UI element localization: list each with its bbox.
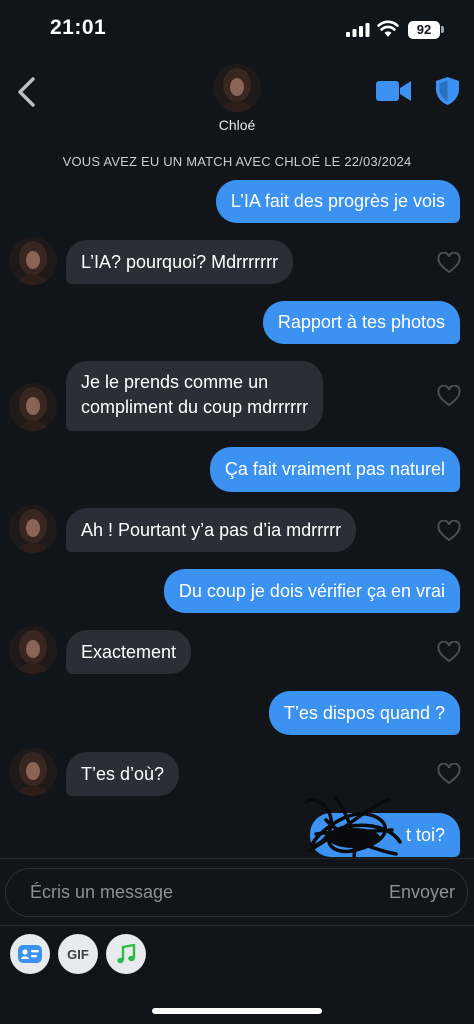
gif-label: GIF [67, 946, 89, 962]
wifi-icon [377, 20, 399, 37]
heart-icon[interactable] [437, 520, 461, 542]
message-sent[interactable]: L’IA fait des progrès je vois [215, 180, 460, 223]
message-received[interactable]: Je le prends comme un compliment du coup… [66, 361, 324, 431]
battery-level: 92 [408, 21, 440, 39]
message-avatar[interactable] [9, 237, 57, 285]
id-card-button[interactable] [10, 934, 50, 974]
message-avatar[interactable] [9, 505, 57, 553]
contact-name[interactable]: Chloé [0, 117, 474, 133]
contact-avatar[interactable] [213, 64, 261, 112]
message-avatar[interactable] [9, 626, 57, 674]
avatar-photo [213, 64, 261, 112]
id-card-icon [18, 945, 42, 963]
heart-icon[interactable] [437, 252, 461, 274]
video-camera-icon[interactable] [376, 78, 412, 104]
shield-icon[interactable] [435, 76, 460, 106]
message-avatar[interactable] [9, 748, 57, 796]
avatar-photo [9, 237, 57, 285]
toolbar-divider [0, 925, 474, 926]
match-banner: VOUS AVEZ EU UN MATCH AVEC CHLOÉ LE 22/0… [62, 154, 412, 169]
message-line: Je le prends comme un [81, 372, 269, 392]
avatar-photo [9, 383, 57, 431]
send-button[interactable]: Envoyer [389, 882, 455, 903]
composer-divider [0, 858, 474, 859]
message-input[interactable]: Écris un message [30, 882, 173, 903]
message-sent[interactable]: Ça fait vraiment pas naturel [209, 447, 460, 492]
message-line: compliment du coup mdrrrrrr [81, 397, 309, 417]
heart-icon[interactable] [437, 763, 461, 785]
status-bar: 21:01 92 [0, 0, 474, 60]
back-chevron-icon[interactable] [14, 75, 40, 109]
status-time: 21:01 [50, 16, 107, 39]
signal-icon [346, 23, 370, 37]
chat-screen: 21:01 92 Chloé VOUS AVEZ EU UN MATCH AVE… [0, 0, 474, 1024]
message-received[interactable]: T’es d’où? [66, 752, 180, 796]
message-sent[interactable]: Du coup je dois vérifier ça en vrai [163, 569, 460, 613]
avatar-photo [9, 626, 57, 674]
message-avatar[interactable] [9, 383, 57, 431]
home-indicator [152, 1008, 322, 1014]
music-button[interactable] [106, 934, 146, 974]
avatar-photo [9, 748, 57, 796]
message-composer[interactable]: Écris un message Envoyer [5, 868, 468, 917]
redaction-scribble [304, 796, 402, 860]
battery-icon [441, 26, 444, 33]
heart-icon[interactable] [437, 385, 461, 407]
message-received[interactable]: Exactement [66, 630, 192, 674]
avatar-photo [9, 505, 57, 553]
music-note-icon [117, 943, 136, 964]
gif-button[interactable]: GIF [58, 934, 98, 974]
message-sent[interactable]: T’es dispos quand ? [268, 691, 460, 735]
message-received[interactable]: Ah ! Pourtant y’a pas d’ia mdrrrrr [66, 508, 357, 552]
message-received[interactable]: L’IA? pourquoi? Mdrrrrrrr [66, 240, 294, 284]
heart-icon[interactable] [437, 641, 461, 663]
message-sent[interactable]: Rapport à tes photos [262, 301, 460, 344]
